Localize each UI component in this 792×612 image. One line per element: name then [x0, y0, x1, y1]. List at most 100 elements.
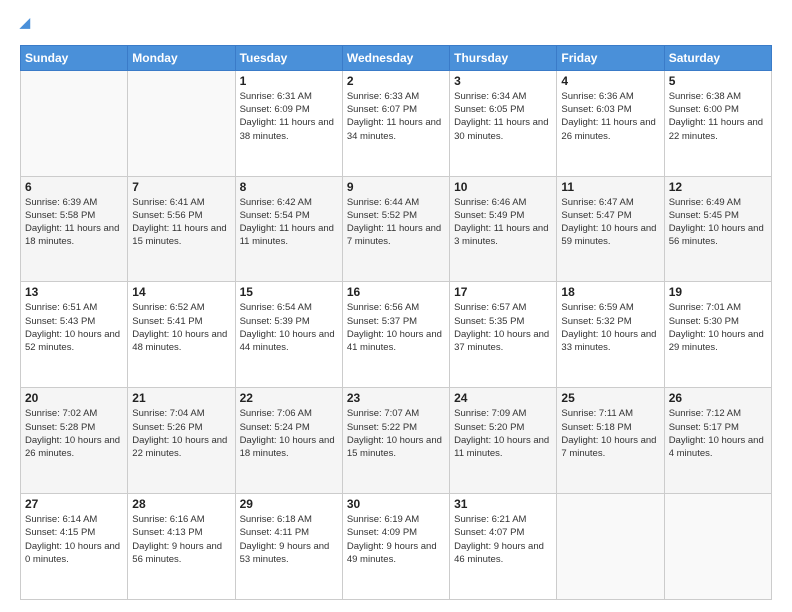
day-info: Sunrise: 6:33 AM Sunset: 6:07 PM Dayligh… — [347, 90, 445, 143]
weekday-header-wednesday: Wednesday — [342, 45, 449, 70]
day-number: 8 — [240, 180, 338, 194]
day-info: Sunrise: 7:01 AM Sunset: 5:30 PM Dayligh… — [669, 301, 767, 354]
day-number: 4 — [561, 74, 659, 88]
calendar-cell — [664, 494, 771, 600]
day-info: Sunrise: 6:19 AM Sunset: 4:09 PM Dayligh… — [347, 513, 445, 566]
day-info: Sunrise: 6:18 AM Sunset: 4:11 PM Dayligh… — [240, 513, 338, 566]
day-info: Sunrise: 6:49 AM Sunset: 5:45 PM Dayligh… — [669, 196, 767, 249]
calendar-cell: 12 Sunrise: 6:49 AM Sunset: 5:45 PM Dayli… — [664, 176, 771, 282]
calendar-cell: 8 Sunrise: 6:42 AM Sunset: 5:54 PM Daylig… — [235, 176, 342, 282]
calendar-cell: 2Sunrise: 6:33 AM Sunset: 6:07 PM Daylig… — [342, 70, 449, 176]
calendar-cell: 7 Sunrise: 6:41 AM Sunset: 5:56 PM Daylig… — [128, 176, 235, 282]
day-info: Sunrise: 6:21 AM Sunset: 4:07 PM Dayligh… — [454, 513, 552, 566]
day-info: Sunrise: 6:31 AM Sunset: 6:09 PM Dayligh… — [240, 90, 338, 143]
day-number: 1 — [240, 74, 338, 88]
calendar-cell: 20 Sunrise: 7:02 AM Sunset: 5:28 PM Dayli… — [21, 388, 128, 494]
day-info: Sunrise: 7:12 AM Sunset: 5:17 PM Dayligh… — [669, 407, 767, 460]
day-number: 22 — [240, 391, 338, 405]
day-number: 10 — [454, 180, 552, 194]
header: ◢ — [20, 16, 772, 35]
calendar-cell: 31Sunrise: 6:21 AM Sunset: 4:07 PM Dayli… — [450, 494, 557, 600]
day-info: Sunrise: 6:44 AM Sunset: 5:52 PM Dayligh… — [347, 196, 445, 249]
calendar-cell: 28 Sunrise: 6:16 AM Sunset: 4:13 PM Dayli… — [128, 494, 235, 600]
day-number: 30 — [347, 497, 445, 511]
day-info: Sunrise: 6:42 AM Sunset: 5:54 PM Dayligh… — [240, 196, 338, 249]
calendar-cell: 16 Sunrise: 6:56 AM Sunset: 5:37 PM Dayli… — [342, 282, 449, 388]
day-number: 28 — [132, 497, 230, 511]
day-info: Sunrise: 6:54 AM Sunset: 5:39 PM Dayligh… — [240, 301, 338, 354]
calendar-week-row: 6 Sunrise: 6:39 AM Sunset: 5:58 PM Daylig… — [21, 176, 772, 282]
calendar-cell: 23 Sunrise: 7:07 AM Sunset: 5:22 PM Dayli… — [342, 388, 449, 494]
day-info: Sunrise: 6:57 AM Sunset: 5:35 PM Dayligh… — [454, 301, 552, 354]
day-number: 7 — [132, 180, 230, 194]
day-info: Sunrise: 7:07 AM Sunset: 5:22 PM Dayligh… — [347, 407, 445, 460]
weekday-header-friday: Friday — [557, 45, 664, 70]
calendar-week-row: 13Sunrise: 6:51 AM Sunset: 5:43 PM Dayli… — [21, 282, 772, 388]
day-number: 27 — [25, 497, 123, 511]
day-info: Sunrise: 7:11 AM Sunset: 5:18 PM Dayligh… — [561, 407, 659, 460]
calendar-cell: 18Sunrise: 6:59 AM Sunset: 5:32 PM Dayli… — [557, 282, 664, 388]
calendar-cell: 9 Sunrise: 6:44 AM Sunset: 5:52 PM Daylig… — [342, 176, 449, 282]
calendar-cell: 1 Sunrise: 6:31 AM Sunset: 6:09 PM Daylig… — [235, 70, 342, 176]
calendar-week-row: 20 Sunrise: 7:02 AM Sunset: 5:28 PM Dayli… — [21, 388, 772, 494]
calendar-cell: 4 Sunrise: 6:36 AM Sunset: 6:03 PM Daylig… — [557, 70, 664, 176]
calendar-cell: 19 Sunrise: 7:01 AM Sunset: 5:30 PM Dayli… — [664, 282, 771, 388]
weekday-header-monday: Monday — [128, 45, 235, 70]
day-info: Sunrise: 6:46 AM Sunset: 5:49 PM Dayligh… — [454, 196, 552, 249]
day-number: 15 — [240, 285, 338, 299]
day-info: Sunrise: 6:59 AM Sunset: 5:32 PM Dayligh… — [561, 301, 659, 354]
calendar-cell: 26Sunrise: 7:12 AM Sunset: 5:17 PM Dayli… — [664, 388, 771, 494]
day-number: 11 — [561, 180, 659, 194]
day-number: 25 — [561, 391, 659, 405]
calendar-cell: 15 Sunrise: 6:54 AM Sunset: 5:39 PM Dayli… — [235, 282, 342, 388]
calendar-cell: 27Sunrise: 6:14 AM Sunset: 4:15 PM Dayli… — [21, 494, 128, 600]
day-number: 21 — [132, 391, 230, 405]
calendar-cell: 6 Sunrise: 6:39 AM Sunset: 5:58 PM Daylig… — [21, 176, 128, 282]
day-number: 6 — [25, 180, 123, 194]
logo: ◢ — [20, 16, 30, 35]
day-info: Sunrise: 6:52 AM Sunset: 5:41 PM Dayligh… — [132, 301, 230, 354]
calendar-cell: 13Sunrise: 6:51 AM Sunset: 5:43 PM Dayli… — [21, 282, 128, 388]
calendar-cell: 25 Sunrise: 7:11 AM Sunset: 5:18 PM Dayli… — [557, 388, 664, 494]
day-info: Sunrise: 7:04 AM Sunset: 5:26 PM Dayligh… — [132, 407, 230, 460]
calendar-cell — [557, 494, 664, 600]
day-number: 3 — [454, 74, 552, 88]
day-number: 24 — [454, 391, 552, 405]
day-number: 17 — [454, 285, 552, 299]
calendar-cell: 10 Sunrise: 6:46 AM Sunset: 5:49 PM Dayli… — [450, 176, 557, 282]
calendar-week-row: 1 Sunrise: 6:31 AM Sunset: 6:09 PM Daylig… — [21, 70, 772, 176]
day-number: 13 — [25, 285, 123, 299]
calendar-cell — [21, 70, 128, 176]
calendar-cell: 17 Sunrise: 6:57 AM Sunset: 5:35 PM Dayli… — [450, 282, 557, 388]
day-info: Sunrise: 7:02 AM Sunset: 5:28 PM Dayligh… — [25, 407, 123, 460]
calendar-cell: 29 Sunrise: 6:18 AM Sunset: 4:11 PM Dayli… — [235, 494, 342, 600]
calendar-cell — [128, 70, 235, 176]
day-info: Sunrise: 7:09 AM Sunset: 5:20 PM Dayligh… — [454, 407, 552, 460]
day-number: 19 — [669, 285, 767, 299]
day-info: Sunrise: 6:41 AM Sunset: 5:56 PM Dayligh… — [132, 196, 230, 249]
day-info: Sunrise: 6:39 AM Sunset: 5:58 PM Dayligh… — [25, 196, 123, 249]
page: ◢ SundayMondayTuesdayWednesdayThursdayFr… — [0, 0, 792, 612]
weekday-header-tuesday: Tuesday — [235, 45, 342, 70]
day-number: 23 — [347, 391, 445, 405]
calendar-cell: 30 Sunrise: 6:19 AM Sunset: 4:09 PM Dayli… — [342, 494, 449, 600]
day-number: 9 — [347, 180, 445, 194]
calendar-cell: 3Sunrise: 6:34 AM Sunset: 6:05 PM Daylig… — [450, 70, 557, 176]
calendar-cell: 24 Sunrise: 7:09 AM Sunset: 5:20 PM Dayli… — [450, 388, 557, 494]
day-number: 14 — [132, 285, 230, 299]
day-number: 12 — [669, 180, 767, 194]
day-number: 16 — [347, 285, 445, 299]
calendar-cell: 22Sunrise: 7:06 AM Sunset: 5:24 PM Dayli… — [235, 388, 342, 494]
weekday-header-sunday: Sunday — [21, 45, 128, 70]
weekday-header-saturday: Saturday — [664, 45, 771, 70]
day-info: Sunrise: 6:16 AM Sunset: 4:13 PM Dayligh… — [132, 513, 230, 566]
calendar-header-row: SundayMondayTuesdayWednesdayThursdayFrid… — [21, 45, 772, 70]
day-number: 29 — [240, 497, 338, 511]
day-info: Sunrise: 6:56 AM Sunset: 5:37 PM Dayligh… — [347, 301, 445, 354]
day-info: Sunrise: 6:36 AM Sunset: 6:03 PM Dayligh… — [561, 90, 659, 143]
day-number: 5 — [669, 74, 767, 88]
calendar-cell: 21 Sunrise: 7:04 AM Sunset: 5:26 PM Dayli… — [128, 388, 235, 494]
day-number: 20 — [25, 391, 123, 405]
logo-bird-icon: ◢ — [20, 15, 30, 30]
calendar-week-row: 27Sunrise: 6:14 AM Sunset: 4:15 PM Dayli… — [21, 494, 772, 600]
